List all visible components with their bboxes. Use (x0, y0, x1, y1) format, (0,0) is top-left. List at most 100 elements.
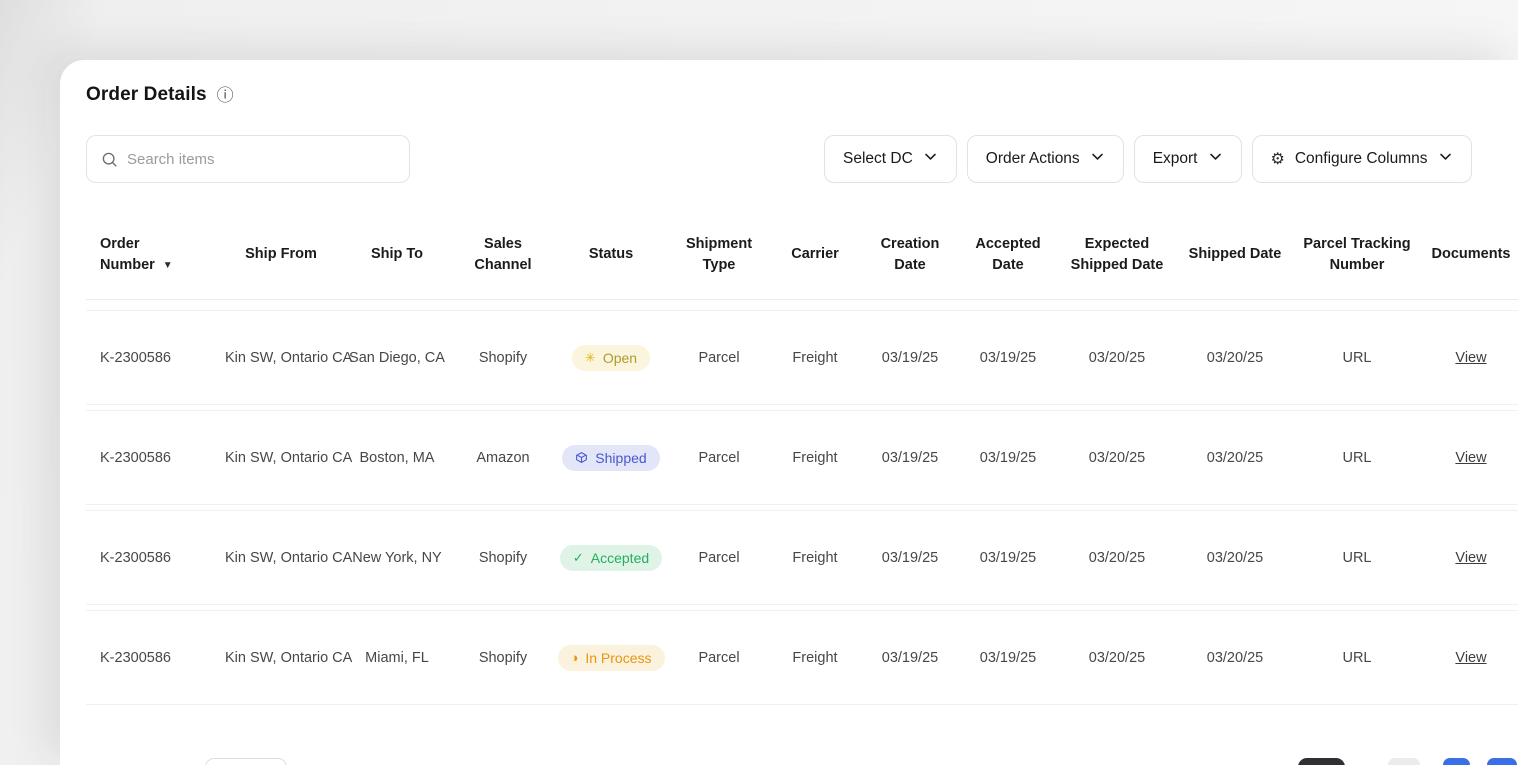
configure-columns-label: Configure Columns (1295, 150, 1428, 168)
cell-documents: View (1421, 450, 1518, 466)
cell-ship-to: New York, NY (341, 550, 453, 566)
cell-shipment-type: Parcel (669, 450, 769, 466)
view-documents-link[interactable]: View (1455, 450, 1486, 466)
column-header-parcel-tracking: Parcel Tracking Number (1293, 230, 1421, 280)
table-row: K-2300586Kin SW, Ontario CANew York, NYS… (86, 510, 1518, 605)
cell-ship-from: Kin SW, Ontario CA (221, 350, 341, 366)
cell-status: Shipped (553, 445, 669, 471)
cell-expected-shipped-date: 03/20/25 (1057, 550, 1177, 566)
cell-documents: View (1421, 550, 1518, 566)
status-label: Accepted (591, 551, 649, 565)
cell-sales-channel: Amazon (453, 450, 553, 466)
page-title: Order Details (86, 84, 207, 106)
select-dc-label: Select DC (843, 150, 913, 168)
sort-down-icon[interactable]: ▼ (163, 260, 173, 271)
column-header-ship-to: Ship To (341, 240, 453, 269)
footer-partial-button[interactable] (1487, 758, 1517, 765)
orders-table: Order Number▼Ship FromShip ToSales Chann… (86, 211, 1518, 710)
cell-ship-to: San Diego, CA (341, 350, 453, 366)
cell-order-number: K-2300586 (86, 650, 221, 666)
cell-shipment-type: Parcel (669, 550, 769, 566)
cell-carrier: Freight (769, 650, 861, 666)
column-header-status: Status (553, 240, 669, 269)
chevron-down-icon (1208, 149, 1223, 169)
cell-accepted-date: 03/19/25 (959, 350, 1057, 366)
cell-ship-from: Kin SW, Ontario CA (221, 550, 341, 566)
cell-shipped-date: 03/20/25 (1177, 550, 1293, 566)
cell-creation-date: 03/19/25 (861, 450, 959, 466)
cell-documents: View (1421, 350, 1518, 366)
cell-expected-shipped-date: 03/20/25 (1057, 350, 1177, 366)
cell-carrier: Freight (769, 550, 861, 566)
status-badge: ✓ Accepted (560, 545, 662, 571)
table-body: K-2300586Kin SW, Ontario CASan Diego, CA… (86, 310, 1518, 705)
column-header-shipment-type: Shipment Type (669, 230, 769, 280)
cell-status: ✓ Accepted (553, 545, 669, 571)
status-badge: ✳ Open (572, 345, 650, 371)
cell-status: ✳ Open (553, 345, 669, 371)
check-icon: ✓ (573, 551, 584, 564)
cell-shipped-date: 03/20/25 (1177, 350, 1293, 366)
cell-parcel-tracking: URL (1293, 650, 1421, 666)
cell-sales-channel: Shopify (453, 550, 553, 566)
status-badge: ◑ In Process (558, 645, 665, 671)
controls-bar: Select DC Order Actions Export ⚙ Config (60, 135, 1518, 183)
cell-creation-date: 03/19/25 (861, 350, 959, 366)
search-input[interactable] (127, 151, 395, 168)
select-dc-button[interactable]: Select DC (824, 135, 957, 183)
chevron-down-icon (1438, 149, 1453, 169)
cell-carrier: Freight (769, 450, 861, 466)
status-label: In Process (585, 651, 651, 665)
footer-partial-button[interactable] (1388, 758, 1420, 765)
footer-partial-button[interactable] (1298, 758, 1345, 765)
export-button[interactable]: Export (1134, 135, 1242, 183)
cell-expected-shipped-date: 03/20/25 (1057, 450, 1177, 466)
cell-order-number: K-2300586 (86, 450, 221, 466)
column-header-expected-shipped-date: Expected Shipped Date (1057, 230, 1177, 280)
order-actions-button[interactable]: Order Actions (967, 135, 1124, 183)
cell-parcel-tracking: URL (1293, 450, 1421, 466)
cell-shipped-date: 03/20/25 (1177, 450, 1293, 466)
column-header-accepted-date: Accepted Date (959, 230, 1057, 280)
footer-partial-button[interactable] (1443, 758, 1470, 765)
box-icon (575, 451, 588, 464)
info-icon[interactable]: ⓘ (217, 87, 234, 104)
gear-icon: ⚙ (1271, 149, 1285, 169)
cell-accepted-date: 03/19/25 (959, 650, 1057, 666)
cell-creation-date: 03/19/25 (861, 650, 959, 666)
search-box[interactable] (86, 135, 410, 183)
column-header-order-number[interactable]: Order Number▼ (86, 230, 221, 280)
search-icon (101, 151, 118, 168)
half-circle-icon: ◑ (571, 651, 579, 664)
cell-shipped-date: 03/20/25 (1177, 650, 1293, 666)
cell-shipment-type: Parcel (669, 650, 769, 666)
table-row: K-2300586Kin SW, Ontario CAMiami, FLShop… (86, 610, 1518, 705)
chevron-down-icon (1090, 149, 1105, 169)
cell-ship-from: Kin SW, Ontario CA (221, 650, 341, 666)
column-header-carrier: Carrier (769, 240, 861, 269)
order-actions-label: Order Actions (986, 150, 1080, 168)
sparkle-icon: ✳ (585, 351, 596, 364)
table-row: K-2300586Kin SW, Ontario CASan Diego, CA… (86, 310, 1518, 405)
status-label: Open (603, 351, 637, 365)
cell-carrier: Freight (769, 350, 861, 366)
view-documents-link[interactable]: View (1455, 350, 1486, 366)
table-header: Order Number▼Ship FromShip ToSales Chann… (86, 211, 1518, 300)
status-badge: Shipped (562, 445, 659, 471)
cell-accepted-date: 03/19/25 (959, 550, 1057, 566)
cell-order-number: K-2300586 (86, 350, 221, 366)
footer-partial-button[interactable] (205, 758, 287, 765)
cell-status: ◑ In Process (553, 645, 669, 671)
configure-columns-button[interactable]: ⚙ Configure Columns (1252, 135, 1472, 183)
cell-order-number: K-2300586 (86, 550, 221, 566)
cell-parcel-tracking: URL (1293, 350, 1421, 366)
column-header-creation-date: Creation Date (861, 230, 959, 280)
view-documents-link[interactable]: View (1455, 550, 1486, 566)
view-documents-link[interactable]: View (1455, 650, 1486, 666)
page-header: Order Details ⓘ (86, 84, 234, 106)
cell-expected-shipped-date: 03/20/25 (1057, 650, 1177, 666)
cell-parcel-tracking: URL (1293, 550, 1421, 566)
cell-sales-channel: Shopify (453, 650, 553, 666)
cell-accepted-date: 03/19/25 (959, 450, 1057, 466)
toolbar: Select DC Order Actions Export ⚙ Config (824, 135, 1472, 183)
